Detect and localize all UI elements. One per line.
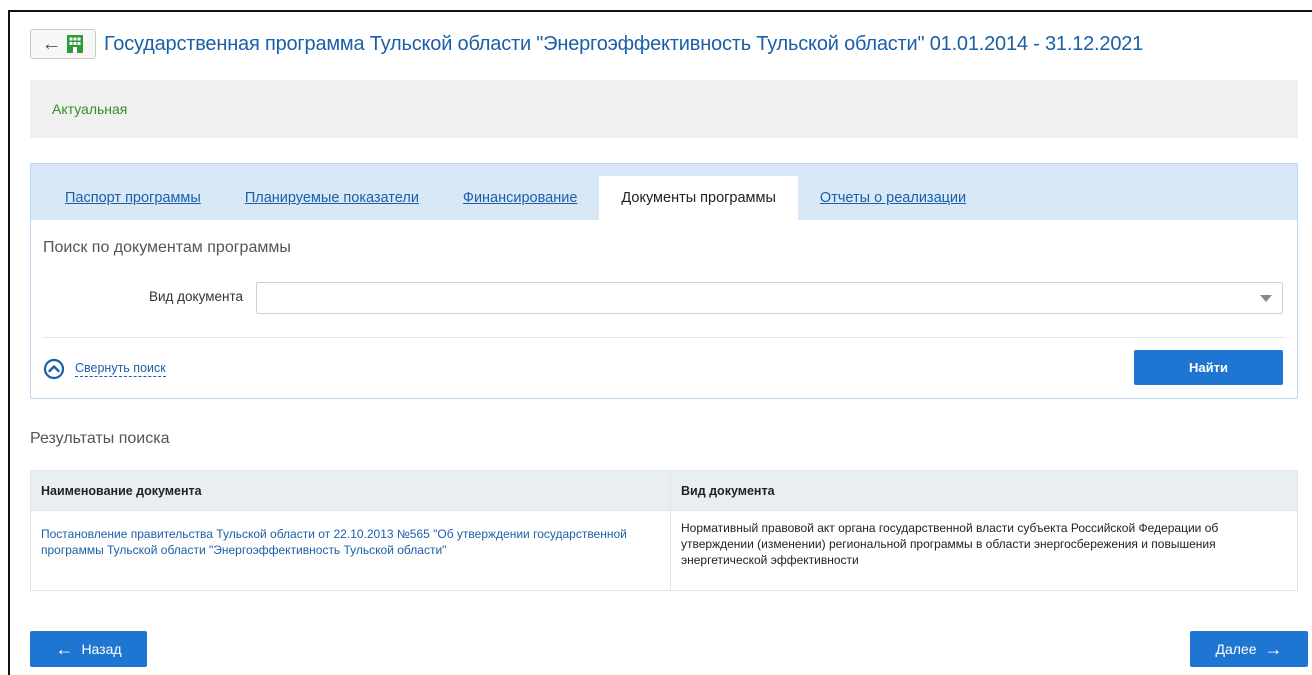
search-panel: Паспорт программы Планируемые показатели… [30,163,1298,399]
collapse-search-label: Свернуть поиск [75,361,166,377]
page-header: ← Государственная программа Тульской обл… [30,26,1143,62]
arrow-left-icon: ← [41,33,62,55]
chevron-up-circle-icon [43,358,65,380]
chevron-down-icon [1260,295,1272,302]
arrow-right-icon: → [1264,639,1283,659]
doc-type-select[interactable] [256,282,1283,314]
tab-financing[interactable]: Финансирование [441,176,599,220]
results-title: Результаты поиска [30,430,170,447]
divider [43,337,1285,338]
results-table: Наименование документа Вид документа Пос… [30,470,1298,591]
next-button[interactable]: Далее → [1190,631,1308,667]
table-header-row: Наименование документа Вид документа [30,470,1298,511]
next-button-label: Далее [1215,641,1257,657]
collapse-search-toggle[interactable]: Свернуть поиск [43,358,166,380]
arrow-left-icon: ← [55,639,74,659]
column-header-type[interactable]: Вид документа [670,470,1298,511]
document-name-link[interactable]: Постановление правительства Тульской обл… [30,510,671,591]
search-title: Поиск по документам программы [43,239,291,256]
column-header-name[interactable]: Наименование документа [30,470,671,511]
tab-bar: Паспорт программы Планируемые показатели… [31,164,1297,220]
building-icon [65,34,85,54]
tab-implementation-reports[interactable]: Отчеты о реализации [798,176,988,220]
document-type-cell: Нормативный правовой акт органа государс… [670,510,1298,591]
back-button-label: Назад [81,641,122,657]
back-button[interactable]: ← Назад [30,631,147,667]
tab-passport[interactable]: Паспорт программы [43,176,223,220]
status-label: Актуальная [52,101,128,117]
doc-type-label: Вид документа [149,289,243,304]
find-button[interactable]: Найти [1134,350,1283,385]
page-title: Государственная программа Тульской облас… [104,32,1144,55]
back-to-registry-button[interactable]: ← [30,29,96,59]
tab-planned-indicators[interactable]: Планируемые показатели [223,176,441,220]
status-bar: Актуальная [30,80,1298,138]
tab-program-documents[interactable]: Документы программы [599,176,798,220]
table-row: Постановление правительства Тульской обл… [30,510,1298,591]
